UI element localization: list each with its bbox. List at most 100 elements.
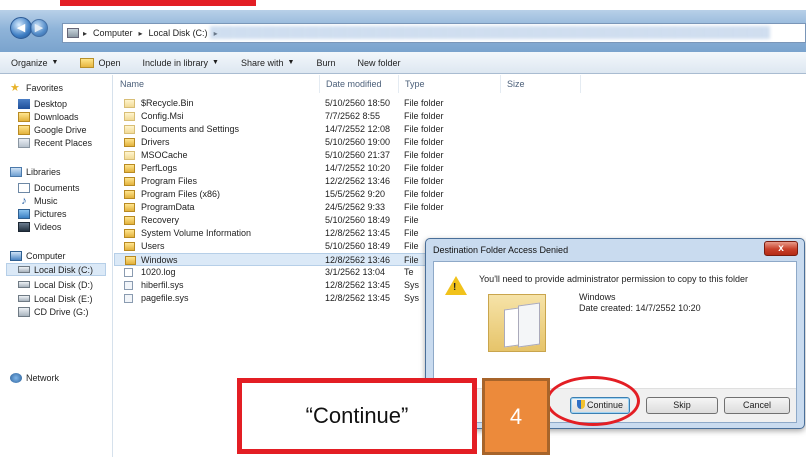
folder-icon (124, 112, 135, 121)
file-type: File folder (404, 150, 444, 160)
column-header-type[interactable]: Type (399, 75, 501, 93)
star-icon: ★ (10, 82, 20, 94)
table-row-selected[interactable]: Windows 12/8/2562 13:46 File (114, 253, 426, 266)
nav-videos[interactable]: Videos (18, 220, 61, 233)
include-in-library-label: Include in library (142, 57, 209, 68)
dialog-title: Destination Folder Access Denied (433, 245, 569, 255)
recent-places-icon (18, 137, 30, 148)
nav-desktop[interactable]: Desktop (18, 97, 67, 110)
table-row[interactable]: ProgramData 24/5/2562 9:33 File folder (114, 201, 806, 214)
system-file-icon (124, 294, 133, 303)
nav-network-label: Network (26, 372, 60, 383)
table-row[interactable]: Program Files 12/2/2562 13:46 File folde… (114, 175, 806, 188)
table-row[interactable]: Drivers 5/10/2560 19:00 File folder (114, 136, 806, 149)
cropped-red-annotation (60, 0, 256, 6)
open-button[interactable]: Open (69, 52, 131, 73)
file-type: File folder (404, 176, 444, 186)
cancel-button[interactable]: Cancel (724, 397, 790, 414)
file-type: File folder (404, 124, 444, 134)
file-date: 12/2/2562 13:46 (325, 176, 391, 186)
burn-label: Burn (316, 57, 336, 68)
nav-computer[interactable]: Computer (10, 249, 66, 262)
callout-box: “Continue” (237, 378, 477, 454)
nav-downloads[interactable]: Downloads (18, 110, 79, 123)
breadcrumb-chevron-icon[interactable]: ▸ (83, 29, 87, 38)
burn-button[interactable]: Burn (305, 52, 346, 73)
top-strip (0, 0, 806, 10)
share-with-menu[interactable]: Share with ▼ (230, 52, 305, 73)
nav-label: Local Disk (C:) (34, 264, 94, 275)
table-row[interactable]: Program Files (x86) 15/5/2562 9:20 File … (114, 188, 806, 201)
folder-shortcut-icon (124, 125, 135, 134)
chevron-down-icon: ▼ (287, 59, 295, 66)
table-row[interactable]: $Recycle.Bin 5/10/2560 18:50 File folder (114, 97, 806, 110)
table-row[interactable]: Recovery 5/10/2560 18:49 File (114, 214, 806, 227)
nav-google-drive[interactable]: Google Drive (18, 123, 87, 136)
file-type: Te (404, 267, 414, 277)
network-icon (10, 372, 22, 383)
skip-button[interactable]: Skip (646, 397, 718, 414)
table-row[interactable]: PerfLogs 14/7/2552 10:20 File folder (114, 162, 806, 175)
open-folder-icon (80, 57, 95, 68)
nav-label: Pictures (34, 208, 67, 219)
column-header-name[interactable]: Name (114, 75, 320, 93)
breadcrumb-local-disk-c[interactable]: Local Disk (C:) (149, 28, 208, 38)
file-name: Drivers (141, 137, 170, 147)
nav-documents[interactable]: Documents (18, 181, 80, 194)
nav-music[interactable]: ♪ Music (18, 194, 58, 207)
column-header-date-modified[interactable]: Date modified (320, 75, 399, 93)
nav-label: Local Disk (D:) (34, 279, 94, 290)
file-name: hiberfil.sys (141, 280, 184, 290)
back-button[interactable]: ◀ (10, 17, 32, 39)
file-date: 12/8/2562 13:45 (325, 228, 391, 238)
pictures-icon (18, 208, 30, 219)
folder-large-icon (488, 294, 552, 354)
file-date: 14/7/2552 12:08 (325, 124, 391, 134)
file-type: File folder (404, 98, 444, 108)
file-type: File folder (404, 137, 444, 147)
file-name: ProgramData (141, 202, 195, 212)
nav-label: Documents (34, 182, 80, 193)
file-name: MSOCache (141, 150, 188, 160)
step-badge: 4 (482, 378, 550, 455)
column-header-size[interactable]: Size (501, 75, 581, 93)
file-date: 12/8/2562 13:46 (325, 255, 391, 265)
nav-local-disk-e[interactable]: Local Disk (E:) (18, 292, 93, 305)
nav-local-disk-c[interactable]: Local Disk (C:) (6, 263, 106, 276)
dialog-close-button[interactable]: x (764, 241, 798, 256)
nav-libraries[interactable]: Libraries (10, 165, 61, 178)
new-folder-button[interactable]: New folder (346, 52, 411, 73)
file-date: 7/7/2562 8:55 (325, 111, 381, 121)
table-row[interactable]: Documents and Settings 14/7/2552 12:08 F… (114, 123, 806, 136)
nav-local-disk-d[interactable]: Local Disk (D:) (18, 278, 93, 291)
desktop-icon (18, 98, 30, 109)
warning-exclamation: ! (453, 282, 457, 293)
nav-recent-places[interactable]: Recent Places (18, 136, 92, 149)
hard-drive-icon (18, 281, 30, 288)
breadcrumb-computer[interactable]: Computer (93, 28, 133, 38)
file-name: 1020.log (141, 267, 176, 277)
column-name-label: Name (120, 79, 145, 89)
nav-label: Music (34, 195, 58, 206)
folder-icon (124, 203, 135, 212)
organize-menu[interactable]: Organize ▼ (0, 52, 69, 73)
folder-icon (124, 190, 135, 199)
folder-icon (124, 99, 135, 108)
breadcrumb-chevron-icon[interactable]: ▸ (139, 29, 143, 38)
nav-label: Desktop (34, 98, 68, 109)
file-type: File (404, 228, 419, 238)
nav-network[interactable]: Network (10, 371, 59, 384)
file-type: File (404, 255, 419, 265)
include-in-library-menu[interactable]: Include in library ▼ (132, 52, 230, 73)
file-type: Sys (404, 280, 420, 290)
folder-icon (124, 242, 135, 251)
nav-favorites[interactable]: ★ Favorites (10, 81, 63, 94)
folder-icon (124, 229, 135, 238)
table-row[interactable]: MSOCache 5/10/2560 21:37 File folder (114, 149, 806, 162)
forward-button[interactable]: ▶ (30, 19, 48, 37)
nav-pictures[interactable]: Pictures (18, 207, 67, 220)
nav-label: Videos (34, 221, 62, 232)
file-type: File folder (404, 111, 444, 121)
table-row[interactable]: Config.Msi 7/7/2562 8:55 File folder (114, 110, 806, 123)
nav-cd-drive-g[interactable]: CD Drive (G:) (18, 305, 89, 318)
